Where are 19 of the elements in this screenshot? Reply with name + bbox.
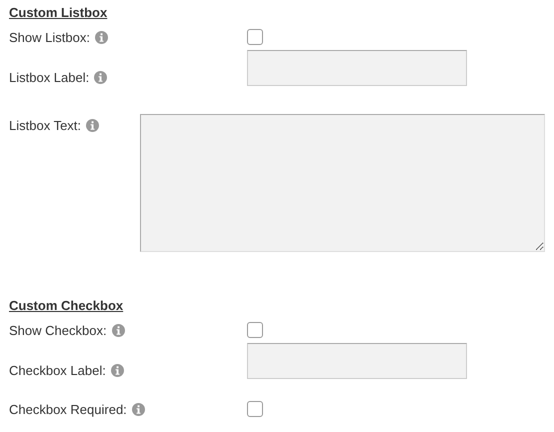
field-label: Show Checkbox: <box>9 322 107 338</box>
checkbox[interactable] <box>247 401 263 417</box>
field-label: Listbox Text: <box>9 118 82 133</box>
text-field[interactable] <box>247 343 467 379</box>
field-label: Show Listbox: <box>9 30 90 44</box>
section-heading: Custom Listbox <box>9 5 108 22</box>
info-icon[interactable] <box>86 119 100 132</box>
field-label: Checkbox Required: <box>9 402 127 416</box>
checkbox[interactable] <box>247 29 263 45</box>
info-icon[interactable] <box>132 402 145 416</box>
info-icon[interactable] <box>112 324 125 336</box>
text-field[interactable] <box>247 50 467 86</box>
info-icon[interactable] <box>94 71 108 84</box>
info-icon[interactable] <box>110 364 124 377</box>
info-icon[interactable] <box>94 30 108 44</box>
checkbox[interactable] <box>247 322 263 338</box>
field-label: Listbox Label: <box>9 70 90 85</box>
field-label: Checkbox Label: <box>9 363 106 378</box>
section-heading: Custom Checkbox <box>9 298 124 315</box>
